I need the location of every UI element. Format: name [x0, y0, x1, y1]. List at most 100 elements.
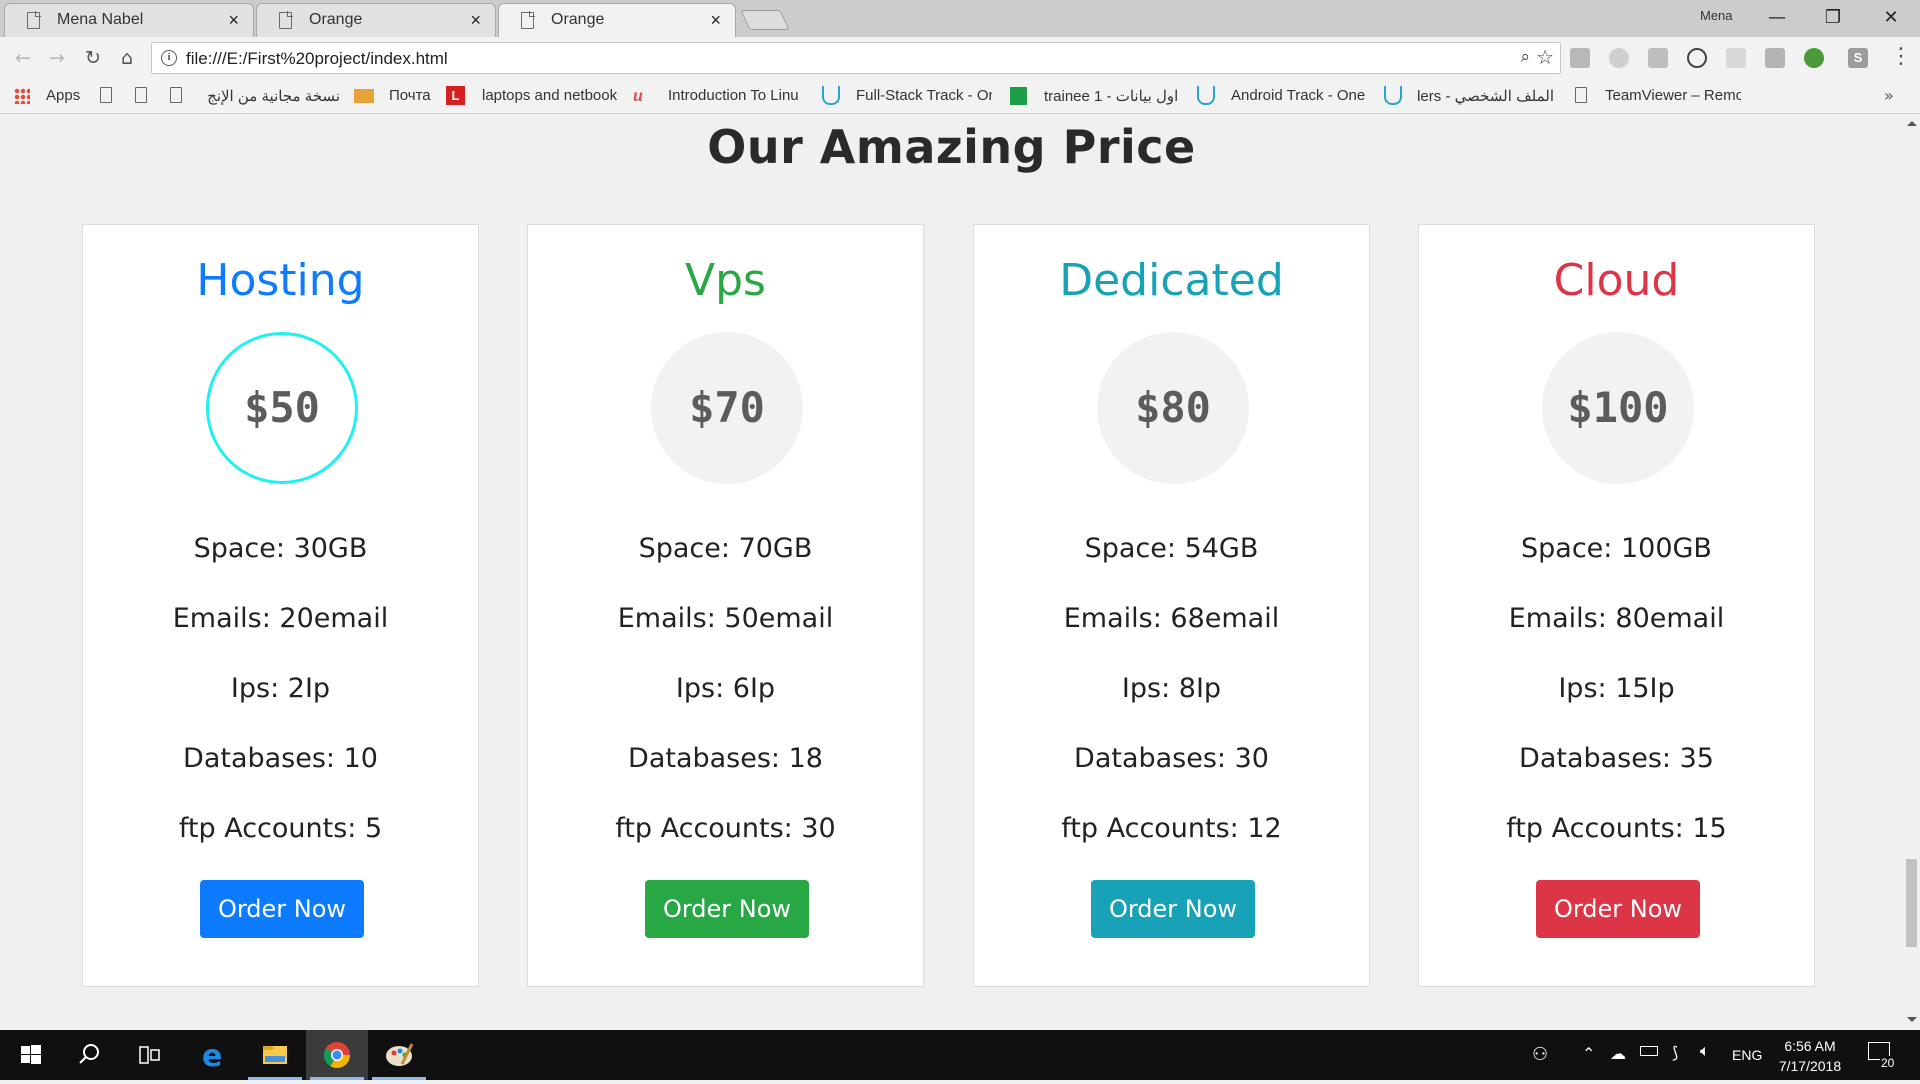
- udacity-icon: [1384, 86, 1402, 105]
- restore-icon[interactable]: ❐: [1810, 4, 1856, 32]
- order-now-button[interactable]: Order Now: [1536, 880, 1700, 938]
- profile-name[interactable]: Mena: [1700, 8, 1733, 23]
- scroll-up-icon[interactable]: [1907, 121, 1917, 126]
- plan-title: Dedicated: [1059, 255, 1284, 306]
- url-text[interactable]: file:///E:/First%20project/index.html: [186, 49, 448, 69]
- tab-close-icon[interactable]: ×: [470, 4, 481, 36]
- feature-ftp-accounts: ftp Accounts: 5: [178, 813, 383, 844]
- back-icon[interactable]: ←: [10, 45, 36, 71]
- page-icon: [1575, 87, 1587, 103]
- feature-databases: Databases: 35: [1519, 743, 1714, 774]
- notification-count: 20: [1880, 1056, 1896, 1070]
- order-now-button[interactable]: Order Now: [1091, 880, 1255, 938]
- price-circle: $100: [1542, 332, 1694, 484]
- windows-taskbar: e ⚇ ⌃ ☁ ⟆ 🔈︎ ENG 6:56 AM 7/17/2018 20: [0, 1030, 1920, 1080]
- close-window-icon[interactable]: ✕: [1868, 4, 1914, 32]
- menu-icon[interactable]: ⋮: [1890, 45, 1912, 69]
- page-icon[interactable]: [100, 87, 112, 103]
- zoom-icon[interactable]: ⌕: [1520, 47, 1530, 67]
- clock[interactable]: 6:56 AM 7/17/2018: [1765, 1036, 1855, 1076]
- onedrive-icon[interactable]: ☁: [1610, 1044, 1626, 1064]
- feature-ftp-accounts: ftp Accounts: 15: [1506, 813, 1727, 844]
- people-icon[interactable]: ⚇: [1532, 1044, 1548, 1065]
- bookmark-item[interactable]: Почта: [389, 87, 431, 104]
- pdf-extension-icon[interactable]: [1765, 48, 1785, 68]
- edge-icon[interactable]: e: [182, 1030, 244, 1080]
- volume-icon[interactable]: 🔈︎: [1700, 1043, 1710, 1061]
- clock-time: 6:56 AM: [1784, 1038, 1836, 1054]
- tab-close-icon[interactable]: ×: [228, 4, 239, 36]
- order-now-button[interactable]: Order Now: [200, 880, 364, 938]
- feature-space: Space: 100GB: [1521, 533, 1712, 564]
- feature-databases: Databases: 30: [1074, 743, 1269, 774]
- page-icon: [521, 11, 535, 29]
- bookmark-item[interactable]: laptops and netbook: [482, 87, 617, 104]
- tab-orange-1[interactable]: Orange ×: [256, 3, 496, 37]
- s-extension-icon[interactable]: S: [1848, 48, 1868, 68]
- browser-toolbar: ← → ↻ ⌂ i file:///E:/First%20project/ind…: [0, 37, 1920, 79]
- more-bookmarks-icon[interactable]: »: [1884, 86, 1894, 105]
- bookmark-apps[interactable]: Apps: [46, 87, 80, 104]
- price-circle: $80: [1097, 332, 1249, 484]
- forward-icon[interactable]: →: [44, 45, 70, 71]
- bookmark-item[interactable]: Full-Stack Track - On: [856, 87, 992, 104]
- feature-emails: Emails: 20email: [172, 603, 389, 634]
- feature-ftp-accounts: ftp Accounts: 12: [1061, 813, 1282, 844]
- bookmark-item[interactable]: نسخة مجانية من الإنج: [200, 87, 340, 105]
- reload-icon[interactable]: ↻: [80, 45, 106, 71]
- address-bar[interactable]: i file:///E:/First%20project/index.html …: [151, 42, 1561, 74]
- bookmark-item[interactable]: الملف الشخصي - ders: [1418, 87, 1554, 105]
- pdf-extension-icon[interactable]: [1570, 48, 1590, 68]
- feature-ips: Ips: 6Ip: [675, 673, 776, 704]
- plan-title: Cloud: [1553, 255, 1680, 306]
- windows-start-icon[interactable]: [0, 1030, 62, 1080]
- feature-emails: Emails: 50email: [617, 603, 834, 634]
- tab-mena-nabel[interactable]: Mena Nabel ×: [4, 3, 254, 37]
- tab-strip: Mena Nabel × Orange × Orange × Mena — ❐ …: [0, 0, 1920, 37]
- language-indicator[interactable]: ENG: [1732, 1047, 1762, 1063]
- mail-icon: [354, 89, 374, 103]
- page-icon: [27, 11, 41, 29]
- bookmark-item[interactable]: trainee 1 - اول بيانات: [1044, 87, 1179, 105]
- info-icon[interactable]: i: [161, 50, 177, 66]
- feature-databases: Databases: 10: [183, 743, 378, 774]
- scrollbar-thumb[interactable]: [1906, 859, 1917, 947]
- pricing-card-hosting: Hosting $50 Space: 30GB Emails: 20email …: [82, 224, 479, 987]
- extension-icon[interactable]: [1609, 48, 1629, 68]
- globe-extension-icon[interactable]: [1804, 48, 1824, 68]
- feature-ips: Ips: 2Ip: [230, 673, 331, 704]
- bookmark-star-icon[interactable]: ☆: [1536, 45, 1554, 69]
- task-view-icon[interactable]: [118, 1030, 180, 1080]
- bookmark-extension-icon[interactable]: [1648, 48, 1668, 68]
- extension-icon[interactable]: [1726, 48, 1746, 68]
- tab-orange-active[interactable]: Orange ×: [498, 3, 736, 37]
- show-hidden-icons-icon[interactable]: ⌃: [1582, 1044, 1595, 1064]
- order-now-button[interactable]: Order Now: [645, 880, 809, 938]
- apps-grid-icon[interactable]: [14, 88, 30, 104]
- search-icon[interactable]: [58, 1030, 120, 1080]
- vertical-scrollbar[interactable]: [1903, 114, 1920, 1030]
- pricing-card-dedicated: Dedicated $80 Space: 54GB Emails: 68emai…: [973, 224, 1370, 987]
- page-icon[interactable]: [135, 87, 147, 103]
- bookmarks-bar: Apps نسخة مجانية من الإنج Почта L laptop…: [0, 79, 1920, 114]
- page-viewport: Our Amazing Price Hosting $50 Space: 30G…: [0, 114, 1903, 1030]
- scroll-down-icon[interactable]: [1907, 1017, 1917, 1022]
- feature-ips: Ips: 8Ip: [1121, 673, 1222, 704]
- tab-close-icon[interactable]: ×: [710, 4, 721, 36]
- chrome-icon[interactable]: [306, 1030, 368, 1080]
- bookmark-item[interactable]: TeamViewer – Remo: [1605, 87, 1741, 104]
- feature-space: Space: 70GB: [638, 533, 813, 564]
- bookmark-item[interactable]: Introduction To Linu: [668, 87, 804, 104]
- tab-title: Orange: [551, 11, 605, 28]
- file-explorer-icon[interactable]: [244, 1030, 306, 1080]
- new-tab-button[interactable]: [740, 10, 790, 30]
- udemy-icon: u: [633, 85, 644, 105]
- home-icon[interactable]: ⌂: [114, 45, 140, 71]
- wifi-icon[interactable]: ⟆: [1672, 1043, 1678, 1063]
- speed-extension-icon[interactable]: [1687, 48, 1707, 68]
- paint-icon[interactable]: [368, 1030, 430, 1080]
- price-circle: $50: [206, 332, 358, 484]
- bookmark-item[interactable]: Android Track - One: [1231, 87, 1366, 104]
- minimize-icon[interactable]: —: [1754, 4, 1800, 32]
- battery-icon[interactable]: [1640, 1046, 1658, 1056]
